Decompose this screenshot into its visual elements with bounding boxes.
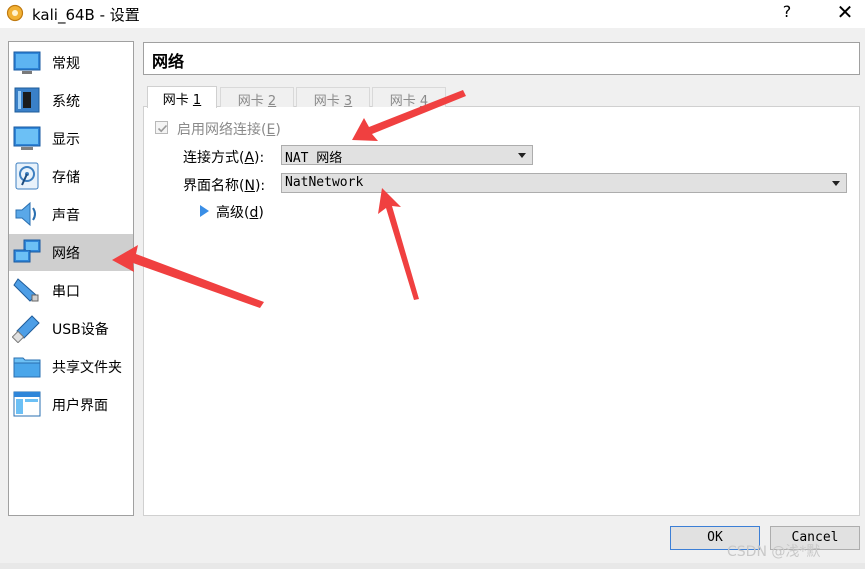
annotation-overlay	[112, 90, 466, 308]
annotation-arrow-name	[378, 188, 419, 300]
annotation-arrow-attached-to	[352, 90, 466, 141]
annotation-arrow-network	[112, 245, 264, 308]
